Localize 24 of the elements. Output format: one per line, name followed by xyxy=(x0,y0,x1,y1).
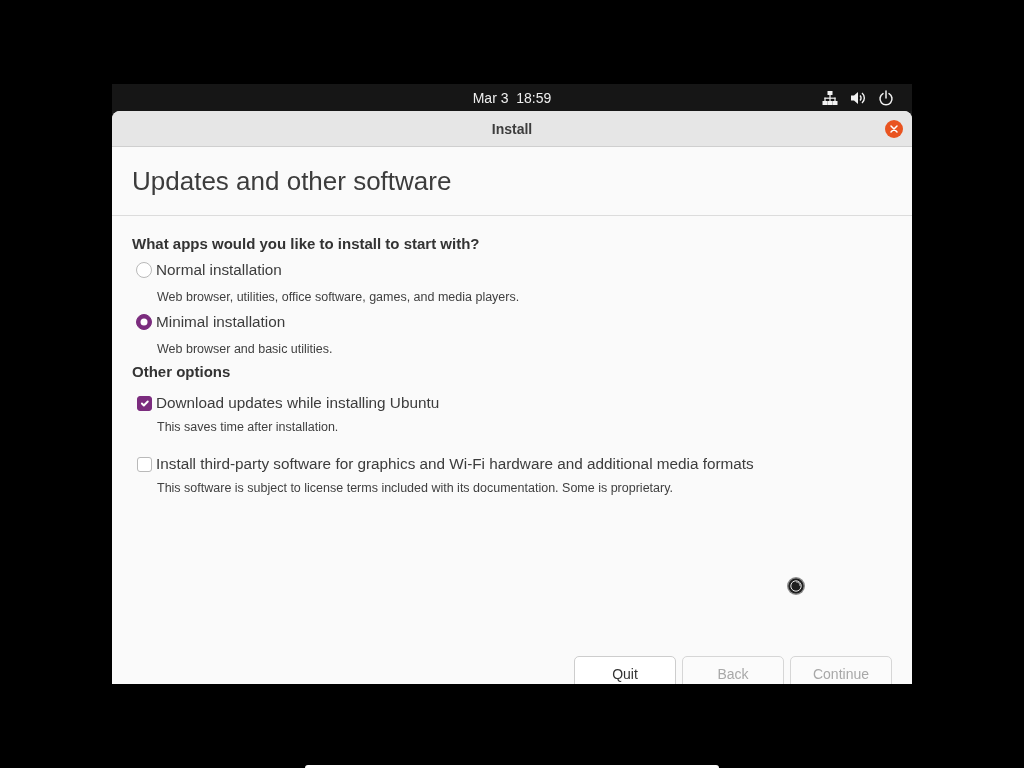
radio-button[interactable] xyxy=(136,314,152,330)
close-icon xyxy=(885,119,903,138)
clock-text[interactable]: Mar 3 18:59 xyxy=(472,88,552,107)
power-icon[interactable] xyxy=(878,89,894,106)
option-description: This saves time after installation. xyxy=(157,419,340,435)
option-label[interactable]: Install third-party software for graphics and Wi-Fi hardware and additional media formats xyxy=(156,454,754,474)
checkbox[interactable] xyxy=(137,456,152,472)
radio-button[interactable] xyxy=(136,262,152,278)
page-heading: Updates and other software xyxy=(112,147,912,216)
section-heading: Other options xyxy=(132,363,232,381)
option-label[interactable]: Minimal installation xyxy=(156,312,286,332)
close-button[interactable] xyxy=(885,119,903,138)
checkbox[interactable] xyxy=(137,395,152,411)
network-icon[interactable] xyxy=(822,89,838,106)
option-label[interactable]: Download updates while installing Ubuntu xyxy=(156,393,440,413)
option-description: This software is subject to license terms included with its documentation. Some is proprietary. xyxy=(157,480,674,496)
window-title: Install xyxy=(491,119,533,138)
option-description: Web browser, utilities, office software, games, and media players. xyxy=(157,289,521,305)
option-label[interactable]: Normal installation xyxy=(156,260,282,280)
section-question: What apps would you like to install to start with? xyxy=(132,235,481,253)
volume-icon[interactable] xyxy=(850,89,866,106)
quit-button[interactable]: Quit xyxy=(574,656,676,684)
option-description: Web browser and basic utilities. xyxy=(157,341,334,357)
spinner-icon xyxy=(787,577,805,595)
